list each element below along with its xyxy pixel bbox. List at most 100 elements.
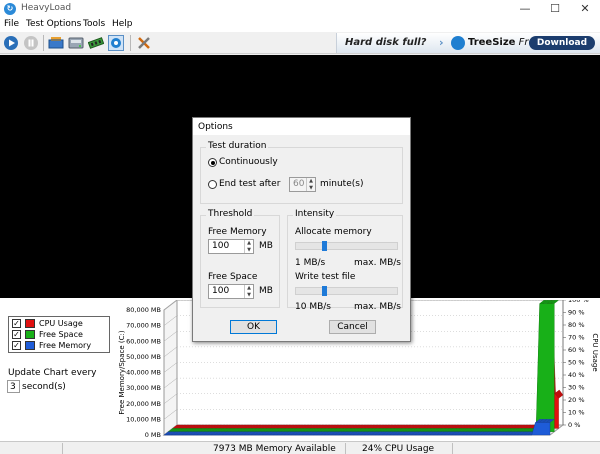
- chevron-right-icon: ›: [439, 36, 444, 49]
- close-icon[interactable]: ✕: [570, 0, 600, 18]
- title-bar: ↻ HeavyLoad — ☐ ✕: [0, 0, 600, 18]
- update-interval-unit: second(s): [22, 382, 66, 392]
- menu-file[interactable]: File: [4, 19, 19, 29]
- update-interval-stepper[interactable]: 3: [7, 380, 20, 393]
- left-tick-label: 60,000 MB: [126, 337, 161, 345]
- legend-label: Free Space: [39, 330, 83, 339]
- cpu-checkbox[interactable]: ✓: [12, 319, 21, 328]
- dialog-title: Options: [198, 122, 233, 132]
- download-button[interactable]: Download: [529, 36, 595, 50]
- continuously-radio[interactable]: [208, 158, 217, 167]
- minimize-icon[interactable]: —: [510, 0, 540, 18]
- free-memory-unit: MB: [259, 241, 273, 251]
- right-tick-label: 50 %: [568, 359, 585, 367]
- tools-icon[interactable]: [136, 35, 152, 51]
- dialog-title-bar: Options: [193, 118, 410, 135]
- end-test-after-label[interactable]: End test after: [219, 179, 280, 189]
- memory-icon[interactable]: [88, 35, 104, 51]
- right-tick-label: 80 %: [568, 321, 585, 329]
- right-tick-label: 90 %: [568, 309, 585, 317]
- free-space-color-swatch: [25, 330, 35, 339]
- free-space-threshold-stepper[interactable]: 100 ▲ ▼: [208, 284, 254, 299]
- legend-item-cpu[interactable]: ✓ CPU Usage: [12, 318, 108, 329]
- test-duration-group: Test duration Continuously End test afte…: [200, 141, 403, 204]
- menu-tools[interactable]: Tools: [83, 19, 105, 29]
- legend-item-free-memory[interactable]: ✓ Free Memory: [12, 340, 108, 351]
- options-dialog: Options Test duration Continuously End t…: [192, 117, 411, 342]
- duration-unit-label: minute(s): [320, 179, 364, 189]
- right-tick-label: 0 %: [568, 421, 580, 429]
- free-memory-label: Free Memory: [208, 227, 267, 237]
- left-tick-label: 30,000 MB: [126, 384, 161, 392]
- left-tick-label: 20,000 MB: [126, 400, 161, 408]
- right-tick-label: 40 %: [568, 371, 585, 379]
- status-separator: [452, 443, 453, 454]
- legend-item-free-space[interactable]: ✓ Free Space: [12, 329, 108, 340]
- write-test-file-label: Write test file: [295, 272, 356, 282]
- maximize-icon[interactable]: ☐: [540, 0, 570, 18]
- window-title: HeavyLoad: [21, 3, 72, 13]
- duration-minutes-value: 60: [293, 179, 305, 189]
- toolbar-separator: [43, 35, 44, 51]
- allocate-min-label: 1 MB/s: [295, 258, 326, 268]
- stepper-arrows-icon[interactable]: ▲ ▼: [244, 240, 253, 253]
- slider-thumb[interactable]: [321, 286, 327, 296]
- slider-thumb[interactable]: [321, 241, 327, 251]
- allocate-max-label: max. MB/s: [354, 258, 401, 268]
- free-space-unit: MB: [259, 286, 273, 296]
- duration-minutes-stepper[interactable]: 60 ▲ ▼: [289, 177, 316, 192]
- cpu-icon[interactable]: [48, 35, 64, 51]
- stepper-arrows-icon[interactable]: ▲ ▼: [244, 285, 253, 298]
- end-test-after-radio[interactable]: [208, 180, 217, 189]
- allocate-memory-slider[interactable]: [295, 241, 398, 251]
- legend-label: CPU Usage: [39, 319, 83, 328]
- free-memory-checkbox[interactable]: ✓: [12, 341, 21, 350]
- menu-test-options[interactable]: Test Options: [26, 19, 81, 29]
- ok-button[interactable]: OK: [230, 320, 277, 334]
- write-test-file-slider[interactable]: [295, 286, 398, 296]
- free-space-checkbox[interactable]: ✓: [12, 330, 21, 339]
- update-interval-value: 3: [10, 382, 16, 392]
- left-tick-label: 10,000 MB: [126, 415, 161, 423]
- start-icon[interactable]: [3, 35, 19, 51]
- right-tick-label: 70 %: [568, 334, 585, 342]
- toolbar-separator: [130, 35, 131, 51]
- free-space-threshold-value: 100: [212, 286, 230, 296]
- cpu-color-swatch: [25, 319, 35, 328]
- pause-icon[interactable]: [23, 35, 39, 51]
- left-tick-label: 70,000 MB: [126, 322, 161, 330]
- allocate-memory-label: Allocate memory: [295, 227, 372, 237]
- group-title: Intensity: [293, 209, 337, 219]
- continuously-label[interactable]: Continuously: [219, 157, 278, 167]
- free-memory-threshold-stepper[interactable]: 100 ▲ ▼: [208, 239, 254, 254]
- threshold-group: Threshold Free Memory 100 ▲ ▼ MB Free Spa…: [200, 209, 280, 308]
- group-title: Test duration: [206, 141, 269, 151]
- cancel-button[interactable]: Cancel: [329, 320, 376, 334]
- cpu-usage-status: 24% CPU Usage: [362, 444, 435, 454]
- gpu-icon[interactable]: [108, 35, 124, 51]
- memory-available-status: 7973 MB Memory Available: [213, 444, 336, 454]
- right-tick-label: 60 %: [568, 346, 585, 354]
- right-tick-label: 100 %: [568, 300, 589, 304]
- left-tick-label: 50,000 MB: [126, 353, 161, 361]
- write-max-label: max. MB/s: [354, 302, 401, 312]
- chart-legend: ✓ CPU Usage ✓ Free Space ✓ Free Memory: [8, 316, 110, 353]
- left-tick-label: 80,000 MB: [126, 306, 161, 314]
- update-chart-label: Update Chart every: [8, 368, 97, 378]
- status-bar: 7973 MB Memory Available 24% CPU Usage: [0, 441, 600, 454]
- write-min-label: 10 MB/s: [295, 302, 331, 312]
- free-memory-color-swatch: [25, 341, 35, 350]
- free-space-label: Free Space: [208, 272, 258, 282]
- group-title: Threshold: [206, 209, 255, 219]
- left-tick-label: 40,000 MB: [126, 369, 161, 377]
- disk-icon[interactable]: [68, 35, 84, 51]
- free-memory-threshold-value: 100: [212, 241, 230, 251]
- right-tick-label: 30 %: [568, 384, 585, 392]
- stepper-arrows-icon[interactable]: ▲ ▼: [306, 178, 315, 191]
- menu-help[interactable]: Help: [112, 19, 133, 29]
- legend-label: Free Memory: [39, 341, 92, 350]
- treesize-ad-banner[interactable]: Hard disk full? › TreeSize Free Download: [336, 33, 600, 53]
- left-axis-title: Free Memory/Space (C:): [118, 330, 126, 414]
- right-axis-title: CPU Usage: [591, 333, 599, 371]
- status-separator: [345, 443, 346, 454]
